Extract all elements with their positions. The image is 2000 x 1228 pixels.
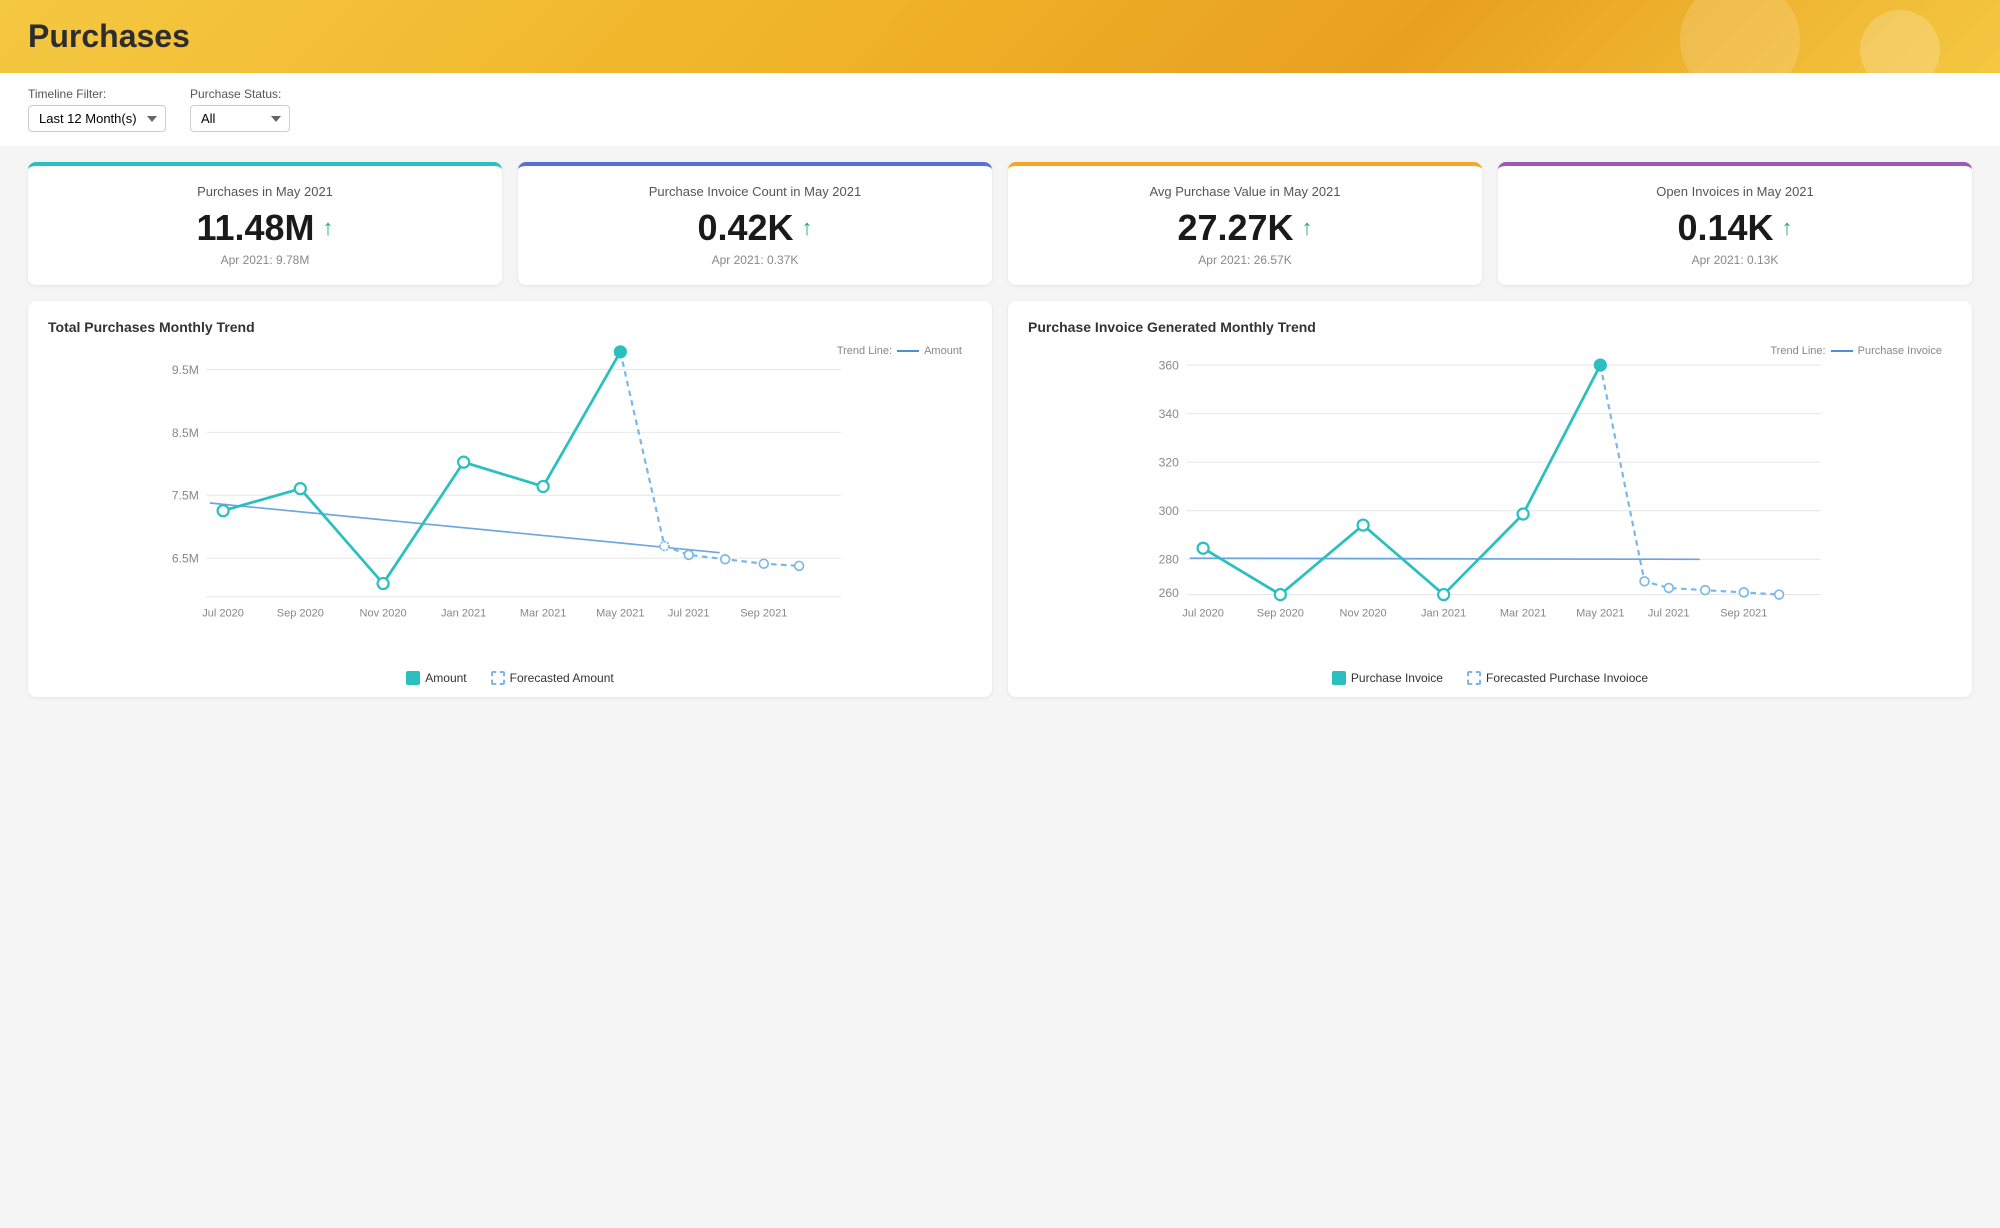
svg-text:Jul 2020: Jul 2020 xyxy=(1182,608,1224,620)
legend-box-amount xyxy=(406,671,420,685)
svg-text:Sep 2021: Sep 2021 xyxy=(1720,608,1767,620)
kpi-value-row-invoice-count: 0.42K ↑ xyxy=(538,207,972,249)
kpi-value-row-avg-value: 27.27K ↑ xyxy=(1028,207,1462,249)
kpi-prev-open-invoices: Apr 2021: 0.13K xyxy=(1518,253,1952,267)
chart-svg-purchases: 9.5M 8.5M 7.5M 6.5M Jul 2020 Sep 2020 No… xyxy=(48,343,972,663)
svg-text:Sep 2021: Sep 2021 xyxy=(740,608,787,620)
svg-text:Jul 2021: Jul 2021 xyxy=(1648,608,1690,620)
svg-text:260: 260 xyxy=(1159,586,1179,600)
trend-label-text: Trend Line: xyxy=(837,345,892,357)
kpi-value-invoice-count: 0.42K xyxy=(697,207,793,249)
legend-item-forecast-amount: Forecasted Amount xyxy=(491,671,614,685)
chart-area-purchases: Trend Line: Amount 9.5M 8.5M 7.5M 6.5M xyxy=(48,343,972,663)
kpi-arrow-avg-value: ↑ xyxy=(1302,215,1313,241)
kpi-title-avg-value: Avg Purchase Value in May 2021 xyxy=(1028,184,1462,199)
kpi-prev-avg-value: Apr 2021: 26.57K xyxy=(1028,253,1462,267)
legend-item-purchase-invoice: Purchase Invoice xyxy=(1332,671,1443,685)
kpi-value-purchases: 11.48M xyxy=(196,207,314,249)
svg-text:340: 340 xyxy=(1159,407,1179,421)
svg-text:280: 280 xyxy=(1159,553,1179,567)
kpi-card-invoice-count: Purchase Invoice Count in May 2021 0.42K… xyxy=(518,162,992,285)
kpi-card-purchases: Purchases in May 2021 11.48M ↑ Apr 2021:… xyxy=(28,162,502,285)
kpi-arrow-purchases: ↑ xyxy=(323,215,334,241)
svg-text:6.5M: 6.5M xyxy=(172,552,199,566)
legend-label-forecast-amount: Forecasted Amount xyxy=(510,671,614,685)
svg-text:Jul 2020: Jul 2020 xyxy=(202,608,244,620)
trend-label-purchases: Trend Line: Amount xyxy=(837,345,962,357)
legend-item-amount: Amount xyxy=(406,671,466,685)
svg-text:Jan 2021: Jan 2021 xyxy=(441,608,486,620)
trend-line-indicator xyxy=(897,350,919,352)
chart-card-invoice: Purchase Invoice Generated Monthly Trend… xyxy=(1008,301,1972,697)
kpi-arrow-invoice-count: ↑ xyxy=(802,215,813,241)
kpi-prev-invoice-count: Apr 2021: 0.37K xyxy=(538,253,972,267)
svg-text:7.5M: 7.5M xyxy=(172,489,199,503)
svg-text:9.5M: 9.5M xyxy=(172,363,199,377)
kpi-value-row-open-invoices: 0.14K ↑ xyxy=(1518,207,1952,249)
header-decor-circle1 xyxy=(1680,0,1800,73)
kpi-arrow-open-invoices: ↑ xyxy=(1782,215,1793,241)
timeline-filter-group: Timeline Filter: Last 12 Month(s) Last 6… xyxy=(28,87,166,132)
status-filter-label: Purchase Status: xyxy=(190,87,290,101)
legend-label-amount: Amount xyxy=(425,671,466,685)
legend-label-purchase-invoice: Purchase Invoice xyxy=(1351,671,1443,685)
status-filter-select[interactable]: All Open Closed Pending xyxy=(190,105,290,132)
kpi-card-open-invoices: Open Invoices in May 2021 0.14K ↑ Apr 20… xyxy=(1498,162,1972,285)
kpi-value-open-invoices: 0.14K xyxy=(1677,207,1773,249)
trend-line-indicator2 xyxy=(1831,350,1853,352)
page-header: Purchases xyxy=(0,0,2000,73)
svg-text:Sep 2020: Sep 2020 xyxy=(1257,608,1304,620)
legend-box-forecast-amount xyxy=(491,671,505,685)
chart-title-invoice: Purchase Invoice Generated Monthly Trend xyxy=(1028,319,1952,335)
svg-text:Sep 2020: Sep 2020 xyxy=(277,608,324,620)
svg-text:Jul 2021: Jul 2021 xyxy=(668,608,710,620)
kpi-title-open-invoices: Open Invoices in May 2021 xyxy=(1518,184,1952,199)
status-filter-group: Purchase Status: All Open Closed Pending xyxy=(190,87,290,132)
trend-line-series: Amount xyxy=(924,345,962,357)
chart-legend-purchases: Amount Forecasted Amount xyxy=(48,671,972,685)
timeline-filter-label: Timeline Filter: xyxy=(28,87,166,101)
chart-title-purchases: Total Purchases Monthly Trend xyxy=(48,319,972,335)
svg-text:360: 360 xyxy=(1159,358,1179,372)
svg-text:May 2021: May 2021 xyxy=(1576,608,1624,620)
legend-box-forecast-invoice xyxy=(1467,671,1481,685)
charts-row: Total Purchases Monthly Trend Trend Line… xyxy=(0,301,2000,717)
kpi-title-purchases: Purchases in May 2021 xyxy=(48,184,482,199)
svg-text:Mar 2021: Mar 2021 xyxy=(520,608,567,620)
svg-text:Jan 2021: Jan 2021 xyxy=(1421,608,1466,620)
chart-svg-invoice: 360 340 320 300 280 260 Jul 2020 Sep 202… xyxy=(1028,343,1952,663)
legend-label-forecast-invoice: Forecasted Purchase Invoioce xyxy=(1486,671,1648,685)
filters-bar: Timeline Filter: Last 12 Month(s) Last 6… xyxy=(0,73,2000,146)
svg-text:May 2021: May 2021 xyxy=(596,608,644,620)
legend-box-purchase-invoice xyxy=(1332,671,1346,685)
svg-text:Nov 2020: Nov 2020 xyxy=(360,608,407,620)
svg-text:320: 320 xyxy=(1159,456,1179,470)
kpi-card-avg-value: Avg Purchase Value in May 2021 27.27K ↑ … xyxy=(1008,162,1482,285)
trend-label-text2: Trend Line: xyxy=(1770,345,1825,357)
svg-text:Nov 2020: Nov 2020 xyxy=(1340,608,1387,620)
chart-legend-invoice: Purchase Invoice Forecasted Purchase Inv… xyxy=(1028,671,1952,685)
chart-card-purchases: Total Purchases Monthly Trend Trend Line… xyxy=(28,301,992,697)
kpi-value-avg-value: 27.27K xyxy=(1177,207,1293,249)
trend-line-series2: Purchase Invoice xyxy=(1858,345,1942,357)
kpi-title-invoice-count: Purchase Invoice Count in May 2021 xyxy=(538,184,972,199)
kpi-row: Purchases in May 2021 11.48M ↑ Apr 2021:… xyxy=(0,146,2000,301)
kpi-prev-purchases: Apr 2021: 9.78M xyxy=(48,253,482,267)
kpi-value-row-purchases: 11.48M ↑ xyxy=(48,207,482,249)
svg-text:Mar 2021: Mar 2021 xyxy=(1500,608,1547,620)
legend-item-forecast-invoice: Forecasted Purchase Invoioce xyxy=(1467,671,1648,685)
chart-area-invoice: Trend Line: Purchase Invoice 360 340 320… xyxy=(1028,343,1952,663)
svg-text:300: 300 xyxy=(1159,504,1179,518)
trend-label-invoice: Trend Line: Purchase Invoice xyxy=(1770,345,1942,357)
timeline-filter-select[interactable]: Last 12 Month(s) Last 6 Months Last 3 Mo… xyxy=(28,105,166,132)
svg-text:8.5M: 8.5M xyxy=(172,426,199,440)
